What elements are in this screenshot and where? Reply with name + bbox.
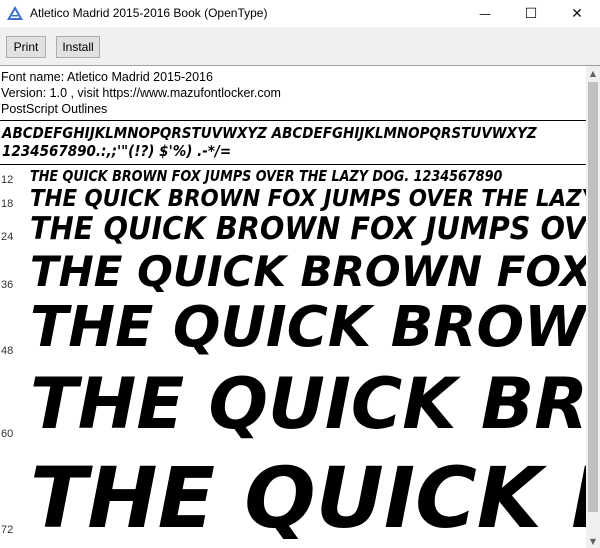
close-icon: ✕ [571,5,583,22]
sample-48pt: THE QUICK BROWN [30,295,586,360]
outline-type-line: PostScript Outlines [1,102,108,116]
charset-digits-line: 1234567890.:,;'"(!?) $'%) .-*/= [2,142,232,160]
close-button[interactable]: ✕ [554,0,600,27]
window-title: Atletico Madrid 2015-2016 Book (OpenType… [30,6,268,20]
title-bar: Atletico Madrid 2015-2016 Book (OpenType… [0,0,600,27]
sample-18pt: THE QUICK BROWN FOX JUMPS OVER THE LAZY … [30,186,586,212]
sample-72pt: THE QUICK B [30,449,586,547]
size-label-60: 60 [1,428,14,440]
size-label-48: 48 [1,345,14,357]
version-line: Version: 1.0 , visit https://www.mazufon… [1,86,281,100]
toolbar: Print Install [0,27,600,66]
size-label-72: 72 [1,524,14,536]
maximize-icon: ☐ [524,5,538,22]
install-button[interactable]: Install [56,36,100,58]
size-label-18: 18 [1,198,14,210]
font-name-line: Font name: Atletico Madrid 2015-2016 [1,70,213,84]
scrollbar-thumb[interactable] [588,82,598,512]
divider [0,120,586,121]
vertical-scrollbar[interactable]: ▲ ▼ [586,66,600,548]
size-label-36: 36 [1,279,14,291]
print-button[interactable]: Print [6,36,46,58]
scroll-down-arrow-icon[interactable]: ▼ [586,534,600,548]
size-label-24: 24 [1,231,14,243]
sample-24pt: THE QUICK BROWN FOX JUMPS OVER THE [30,211,586,247]
minimize-button[interactable]: — [462,0,508,27]
charset-uppercase-line: ABCDEFGHIJKLMNOPQRSTUVWXYZ ABCDEFGHIJKLM… [2,124,537,142]
sample-12pt: THE QUICK BROWN FOX JUMPS OVER THE LAZY … [30,167,503,185]
minimize-icon: — [479,6,491,21]
font-preview-area[interactable]: Font name: Atletico Madrid 2015-2016 Ver… [0,66,586,548]
sample-60pt: THE QUICK BRO [30,363,586,445]
font-viewer-icon [7,6,23,20]
sample-36pt: THE QUICK BROWN FOX JU [30,247,586,296]
maximize-button[interactable]: ☐ [508,0,554,27]
divider [0,164,586,165]
scroll-up-arrow-icon[interactable]: ▲ [586,66,600,80]
size-label-12: 12 [1,174,14,186]
